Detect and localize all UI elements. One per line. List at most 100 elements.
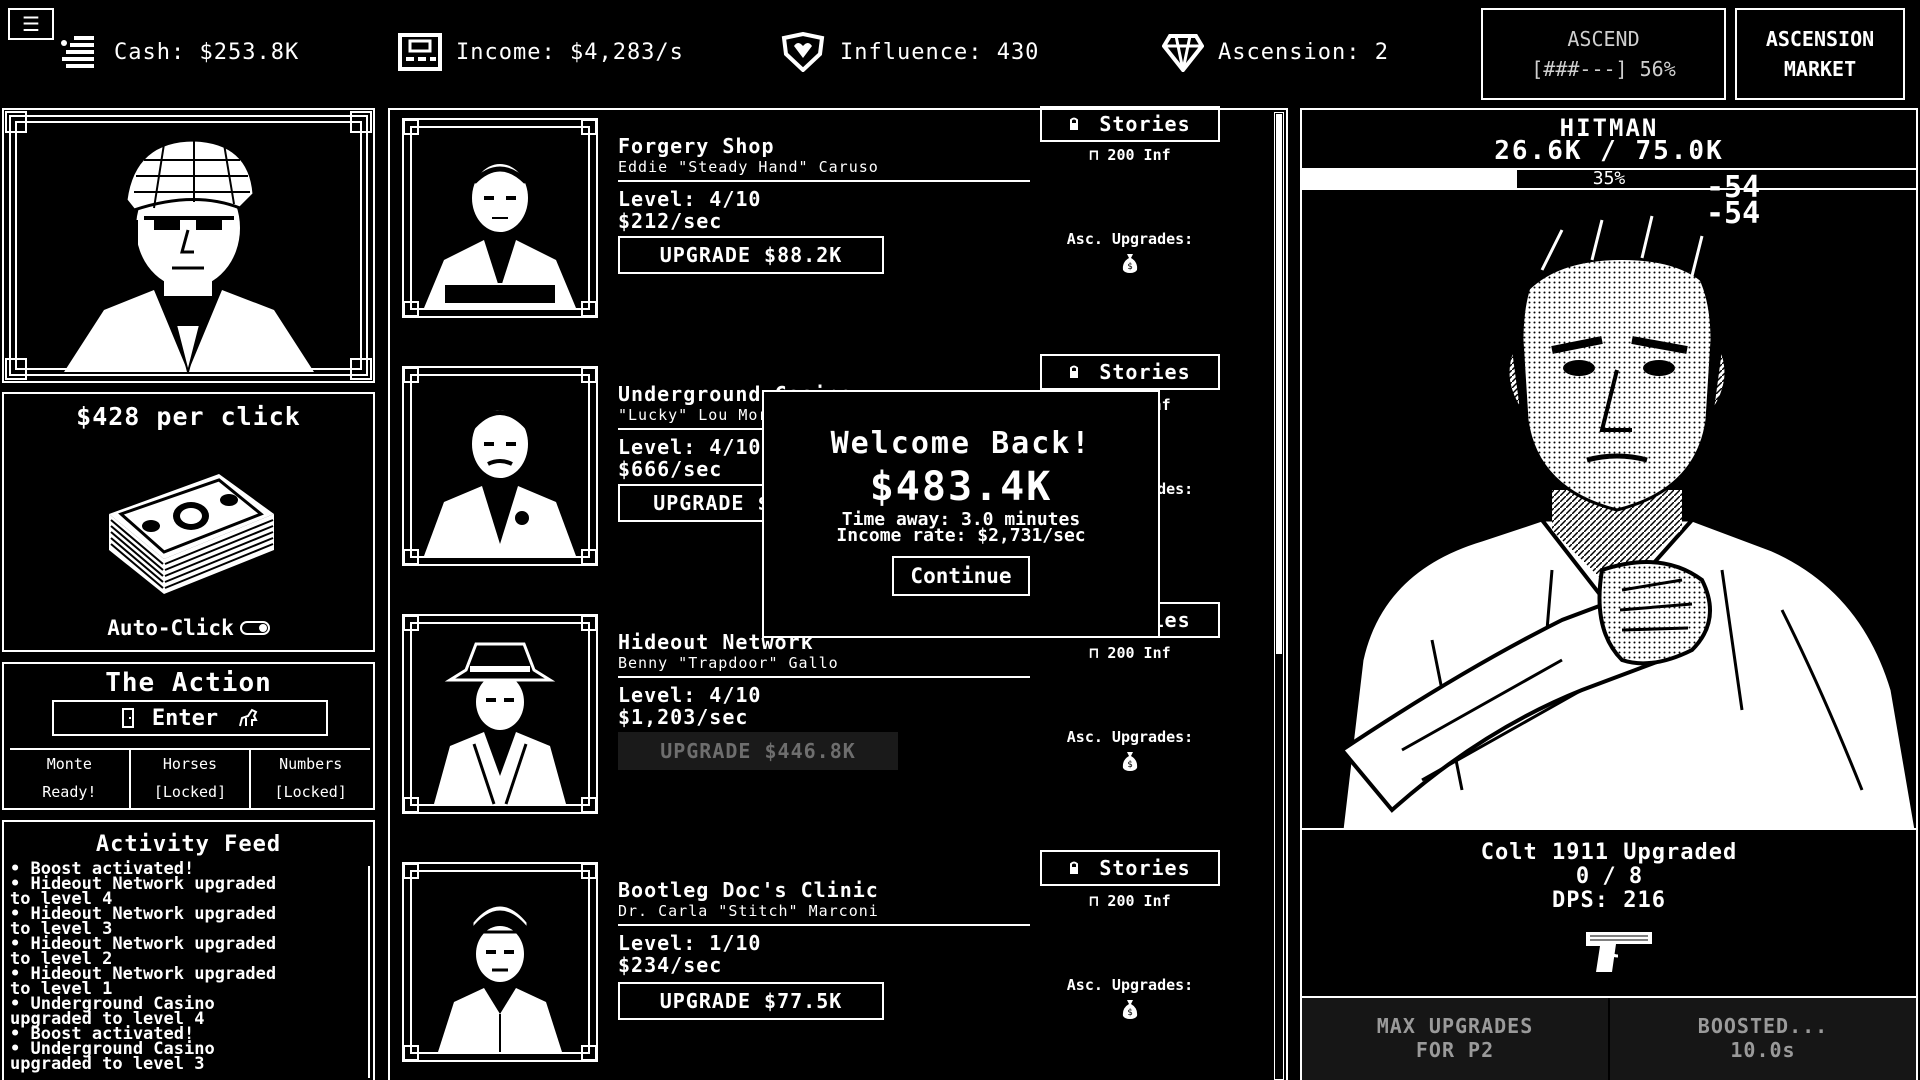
the-action-panel: The Action Enter Monte Ready! Horses [Lo… — [2, 662, 375, 810]
weapon-dps: DPS: 216 — [1552, 888, 1666, 913]
stories-button[interactable]: Stories — [1040, 354, 1220, 390]
business-rate: $212/sec — [618, 209, 723, 233]
scrollbar-thumb[interactable] — [1276, 114, 1282, 654]
business-portrait-forgery — [402, 118, 598, 318]
ascension-market-button[interactable]: ASCENSION MARKET — [1735, 8, 1905, 100]
cash-value: Cash: $253.8K — [114, 39, 300, 65]
business-owner: Benny "Trapdoor" Gallo — [618, 654, 839, 672]
game-name: Monte — [46, 755, 92, 773]
cash-stack-click-button[interactable] — [99, 454, 279, 598]
ascend-label: ASCEND — [1567, 27, 1640, 51]
business-level: Level: 4/10 — [618, 683, 762, 707]
game-status: Ready! — [42, 783, 97, 801]
toggle-switch-icon — [239, 621, 270, 635]
enemy-action-buttons: MAX UPGRADES FOR P2 BOOSTED... 10.0s — [1302, 996, 1916, 1080]
influence-value: Influence: 430 — [840, 39, 1040, 65]
door-icon — [121, 708, 134, 728]
max-upgrades-line2: FOR P2 — [1415, 1038, 1495, 1062]
game-monte[interactable]: Monte Ready! — [10, 750, 129, 808]
offline-earnings: $483.4K — [869, 464, 1053, 510]
max-upgrades-line1: MAX UPGRADES — [1376, 1014, 1534, 1038]
market-label-line2: MARKET — [1783, 57, 1857, 81]
ascension-value: Ascension: 2 — [1218, 39, 1389, 65]
feed-scrollbar[interactable] — [368, 866, 370, 1078]
boosted-line1: BOOSTED... — [1697, 1014, 1829, 1038]
boost-button[interactable]: BOOSTED... 10.0s — [1608, 998, 1916, 1080]
upgrade-button[interactable]: UPGRADE $88.2K — [618, 236, 884, 274]
upgrade-button[interactable]: UPGRADE $77.5K — [618, 982, 884, 1020]
enemy-portrait[interactable] — [1302, 190, 1916, 830]
svg-text:$: $ — [1127, 1008, 1132, 1018]
business-rate: $1,203/sec — [618, 705, 749, 729]
income-rate: Income rate: $2,731/sec — [836, 525, 1086, 546]
per-click-value: $428 per click — [76, 402, 301, 431]
game-horses[interactable]: Horses [Locked] — [128, 750, 250, 808]
stories-button[interactable]: Stories — [1040, 850, 1220, 886]
enemy-hp-text: 26.6K / 75.0K — [1494, 136, 1724, 166]
business-name: Forgery Shop — [618, 134, 775, 158]
business-portrait-clinic — [402, 862, 598, 1062]
enter-action-button[interactable]: Enter — [52, 700, 328, 736]
enemy-panel: HITMAN 26.6K / 75.0K 35% -54 -54 Colt 19… — [1300, 108, 1918, 1080]
business-rate: $666/sec — [618, 457, 723, 481]
click-panel: $428 per click Auto-Click — [2, 392, 375, 652]
horse-icon — [239, 708, 258, 727]
divider — [618, 676, 1030, 678]
diamond-icon — [1162, 34, 1204, 72]
hamburger-icon: ☰ — [22, 12, 40, 36]
enter-label: Enter — [151, 705, 219, 731]
menu-button[interactable]: ☰ — [8, 8, 54, 40]
auto-click-toggle[interactable]: Auto-Click — [4, 616, 373, 640]
feed-title: Activity Feed — [95, 832, 282, 857]
lock-icon — [1070, 861, 1079, 874]
weapon-name: Colt 1911 Upgraded — [1480, 840, 1738, 865]
business-level: Level: 4/10 — [618, 435, 762, 459]
ledger-icon — [398, 33, 442, 71]
game-status: [Locked] — [274, 783, 347, 801]
health-percent: 35% — [1592, 168, 1626, 189]
stories-label: Stories — [1099, 856, 1191, 880]
auto-click-label: Auto-Click — [107, 616, 234, 640]
ascend-button[interactable]: ASCEND [###---] 56% — [1481, 8, 1726, 100]
business-level: Level: 1/10 — [618, 931, 762, 955]
upgrade-button[interactable]: UPGRADE $446.8K — [618, 732, 898, 770]
enemy-health-bar: 35% — [1302, 168, 1916, 190]
games-row: Monte Ready! Horses [Locked] Numbers [Lo… — [10, 748, 370, 808]
ascension-stat: Ascension: 2 — [1162, 32, 1389, 72]
svg-text:$: $ — [1127, 262, 1132, 272]
business-owner: Dr. Carla "Stitch" Marconi — [618, 902, 879, 920]
player-portrait — [2, 108, 375, 383]
feed-list: • Boost activated! • Hideout Network upg… — [10, 861, 370, 1074]
boosted-line2: 10.0s — [1730, 1038, 1796, 1062]
game-name: Horses — [162, 755, 218, 773]
asc-upgrades-label: Asc. Upgrades: — [1066, 728, 1194, 746]
business-portrait-hideout — [402, 614, 598, 814]
cash-stat: Cash: $253.8K — [60, 32, 299, 72]
influence-cost: ⊓ 200 Inf — [1089, 146, 1171, 164]
income-stat: Income: $4,283/s — [398, 32, 684, 72]
divider — [618, 180, 1030, 182]
money-bag-icon[interactable]: $ — [1040, 252, 1220, 278]
lock-icon — [1070, 117, 1079, 130]
continue-button[interactable]: Continue — [892, 556, 1030, 596]
income-value: Income: $4,283/s — [456, 39, 684, 65]
lock-icon — [1070, 365, 1079, 378]
money-bag-icon[interactable]: $ — [1040, 750, 1220, 776]
business-owner: Eddie "Steady Hand" Caruso — [618, 158, 879, 176]
stories-label: Stories — [1099, 112, 1191, 136]
money-bag-icon[interactable]: $ — [1040, 998, 1220, 1024]
stories-button[interactable]: Stories — [1040, 106, 1220, 142]
cash-stack-icon — [61, 36, 94, 68]
cost-value: 200 Inf — [1107, 644, 1171, 662]
game-numbers[interactable]: Numbers [Locked] — [249, 750, 370, 808]
pistol-icon[interactable] — [1582, 926, 1656, 980]
cost-value: 200 Inf — [1107, 146, 1171, 164]
game-status: [Locked] — [153, 783, 227, 801]
influence-cost: ⊓ 200 Inf — [1089, 892, 1171, 910]
heart-shield-icon — [781, 32, 825, 72]
market-label-line1: ASCENSION — [1765, 27, 1875, 51]
banknote-stack-icon — [109, 474, 274, 594]
list-item: upgraded to level 3 — [10, 1054, 205, 1074]
max-upgrades-button[interactable]: MAX UPGRADES FOR P2 — [1302, 998, 1608, 1080]
activity-feed-panel: Activity Feed • Boost activated! • Hideo… — [2, 820, 375, 1080]
